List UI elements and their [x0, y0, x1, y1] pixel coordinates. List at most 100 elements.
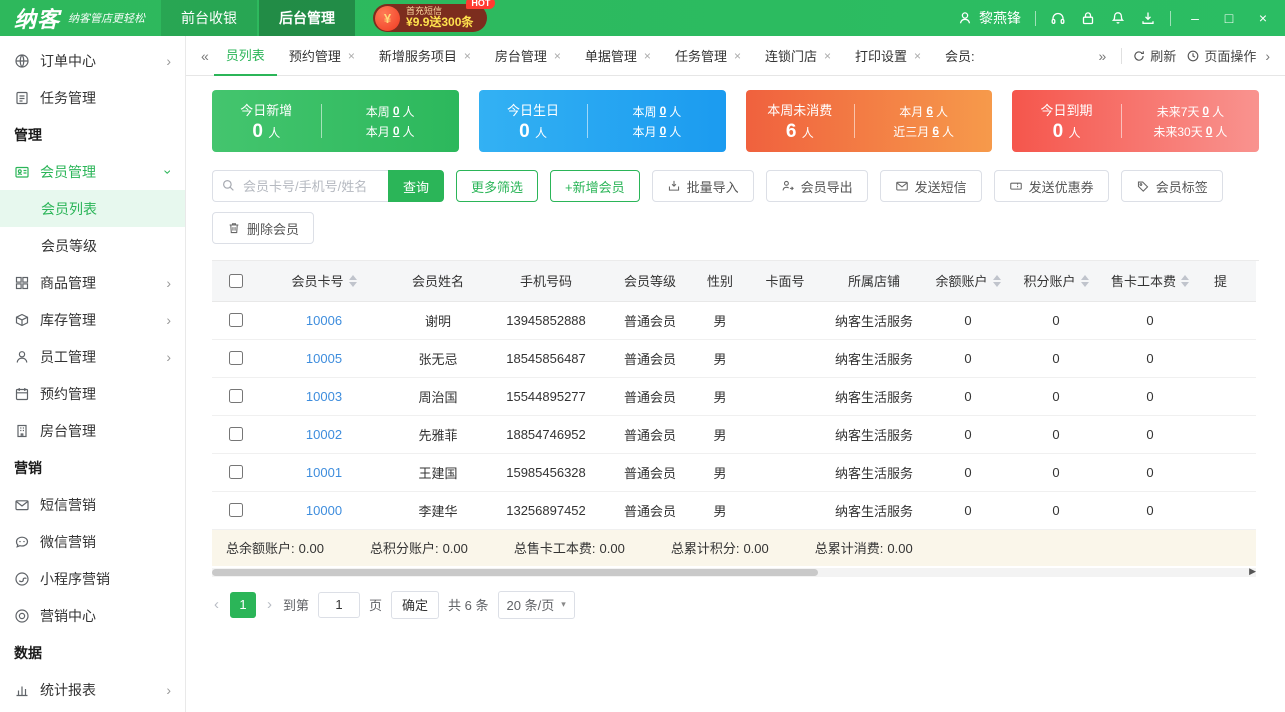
sidebar-item-miniprogram-marketing[interactable]: 小程序营销 — [0, 560, 185, 597]
scrollbar-thumb[interactable] — [212, 569, 818, 576]
table-row[interactable]: 10003 周治国 15544895277 普通会员 男 纳客生活服务 0 0 … — [212, 377, 1256, 415]
tab-appointment[interactable]: 预约管理 × — [277, 36, 367, 76]
headset-icon[interactable] — [1050, 10, 1066, 26]
nav-tab-backoffice[interactable]: 后台管理 — [259, 0, 355, 36]
coupon-icon — [1009, 179, 1023, 193]
minimize-button[interactable]: – — [1185, 10, 1205, 26]
tab-close-icon[interactable]: × — [914, 49, 921, 63]
table-row[interactable]: 10005 张无忌 18545856487 普通会员 男 纳客生活服务 0 0 … — [212, 339, 1256, 377]
confirm-button[interactable]: 确定 — [391, 591, 439, 619]
horizontal-scrollbar[interactable]: ▶ — [212, 568, 1256, 577]
sidebar-item-staff[interactable]: 员工管理 › — [0, 338, 185, 375]
row-checkbox[interactable] — [229, 427, 243, 441]
tab-close-icon[interactable]: × — [644, 49, 651, 63]
send-sms-button[interactable]: 发送短信 — [880, 170, 982, 202]
stat-sub-link[interactable]: 6 — [926, 104, 933, 118]
lock-icon[interactable] — [1080, 10, 1096, 26]
member-export-button[interactable]: 会员导出 — [766, 170, 868, 202]
table-row[interactable]: 10002 先雅菲 18854746952 普通会员 男 纳客生活服务 0 0 … — [212, 415, 1256, 453]
member-tag-button[interactable]: 会员标签 — [1121, 170, 1223, 202]
member-card-no-link[interactable]: 10006 — [306, 313, 342, 328]
tab-room[interactable]: 房台管理 × — [483, 36, 573, 76]
select-all-checkbox[interactable] — [229, 274, 243, 288]
tabs-scroll-left[interactable]: « — [196, 48, 214, 64]
table-row[interactable]: 10006 谢明 13945852888 普通会员 男 纳客生活服务 0 0 0 — [212, 301, 1256, 339]
member-card-no-link[interactable]: 10005 — [306, 351, 342, 366]
member-card-no-link[interactable]: 10003 — [306, 389, 342, 404]
member-card-no-link[interactable]: 10002 — [306, 427, 342, 442]
sort-icon[interactable] — [349, 275, 357, 287]
sidebar-item-member-level[interactable]: 会员等级 — [0, 227, 185, 264]
miniprogram-icon — [14, 570, 31, 587]
sidebar-item-task[interactable]: 任务管理 — [0, 79, 185, 116]
maximize-button[interactable]: □ — [1219, 10, 1239, 26]
add-member-button[interactable]: +新增会员 — [550, 170, 640, 202]
stat-sub-link[interactable]: 6 — [932, 124, 939, 138]
tab-close-icon[interactable]: × — [464, 49, 471, 63]
sidebar-item-member-management[interactable]: 会员管理 › — [0, 153, 185, 190]
send-coupon-button[interactable]: 发送优惠券 — [994, 170, 1109, 202]
sidebar-item-goods[interactable]: 商品管理 › — [0, 264, 185, 301]
prev-page-button[interactable]: ‹ — [212, 596, 221, 613]
summary-label: 总累计积分: — [671, 541, 740, 556]
tab-close-icon[interactable]: × — [348, 49, 355, 63]
sidebar-item-wechat-marketing[interactable]: 微信营销 — [0, 523, 185, 560]
close-button[interactable]: × — [1253, 10, 1273, 26]
bell-icon[interactable] — [1110, 10, 1126, 26]
sidebar-item-report[interactable]: 统计报表 › — [0, 671, 185, 708]
member-phone: 18545856487 — [486, 339, 606, 377]
row-checkbox[interactable] — [229, 389, 243, 403]
stat-sub-link[interactable]: 0 — [393, 104, 400, 118]
search-button[interactable]: 查询 — [388, 170, 444, 202]
tab-print-settings[interactable]: 打印设置 × — [843, 36, 933, 76]
search-input[interactable] — [212, 170, 388, 202]
tab-task[interactable]: 任务管理 × — [663, 36, 753, 76]
sidebar-item-marketing-center[interactable]: 营销中心 — [0, 597, 185, 634]
stat-sub-link[interactable]: 0 — [660, 124, 667, 138]
tab-chain-store[interactable]: 连锁门店 × — [753, 36, 843, 76]
nav-tab-frontdesk[interactable]: 前台收银 — [161, 0, 257, 36]
page-operations-button[interactable]: 页面操作 › — [1186, 46, 1275, 65]
tab-close-icon[interactable]: × — [554, 49, 561, 63]
scroll-right-arrow[interactable]: ▶ — [1249, 566, 1256, 577]
tab-member-partial[interactable]: 会员: — [933, 36, 987, 76]
stat-sub-link[interactable]: 0 — [660, 104, 667, 118]
row-checkbox[interactable] — [229, 465, 243, 479]
sidebar-item-sms-marketing[interactable]: 短信营销 — [0, 486, 185, 523]
download-icon[interactable] — [1140, 10, 1156, 26]
member-card-no-link[interactable]: 10000 — [306, 503, 342, 518]
batch-import-button[interactable]: 批量导入 — [652, 170, 754, 202]
tabs-scroll-right[interactable]: » — [1094, 48, 1112, 64]
table-row[interactable]: 10001 王建国 15985456328 普通会员 男 纳客生活服务 0 0 … — [212, 453, 1256, 491]
stat-sub-link[interactable]: 0 — [1202, 104, 1209, 118]
sidebar-item-room[interactable]: 房台管理 — [0, 412, 185, 449]
sidebar-item-inventory[interactable]: 库存管理 › — [0, 301, 185, 338]
sidebar-item-member-list[interactable]: 会员列表 — [0, 190, 185, 227]
promo-banner[interactable]: ¥ 首充短信 ¥9.9送300条 HOT — [373, 4, 487, 32]
sort-icon[interactable] — [1081, 275, 1089, 287]
sidebar-item-appointment[interactable]: 预约管理 — [0, 375, 185, 412]
member-card-no-link[interactable]: 10001 — [306, 465, 342, 480]
page-size-select[interactable]: 20 条/页 ▾ — [498, 591, 575, 619]
tab-new-service[interactable]: 新增服务项目 × — [367, 36, 483, 76]
sidebar-item-order-center[interactable]: 订单中心 › — [0, 42, 185, 79]
tab-member-list[interactable]: 员列表 — [214, 36, 277, 76]
row-checkbox[interactable] — [229, 351, 243, 365]
next-page-button[interactable]: › — [265, 596, 274, 613]
stat-sub-link[interactable]: 0 — [1206, 124, 1213, 138]
delete-member-button[interactable]: 删除会员 — [212, 212, 314, 244]
goto-page-input[interactable] — [318, 592, 360, 618]
page-1-button[interactable]: 1 — [230, 592, 256, 618]
tab-close-icon[interactable]: × — [824, 49, 831, 63]
sort-icon[interactable] — [993, 275, 1001, 287]
row-checkbox[interactable] — [229, 313, 243, 327]
refresh-button[interactable]: 刷新 — [1132, 46, 1176, 65]
row-checkbox[interactable] — [229, 503, 243, 517]
tab-receipt[interactable]: 单据管理 × — [573, 36, 663, 76]
sort-icon[interactable] — [1181, 275, 1189, 287]
tab-close-icon[interactable]: × — [734, 49, 741, 63]
stat-sub-link[interactable]: 0 — [393, 124, 400, 138]
table-row[interactable]: 10000 李建华 13256897452 普通会员 男 纳客生活服务 0 0 … — [212, 491, 1256, 529]
user-menu[interactable]: 黎燕锋 — [957, 8, 1021, 28]
more-filter-button[interactable]: 更多筛选 — [456, 170, 538, 202]
